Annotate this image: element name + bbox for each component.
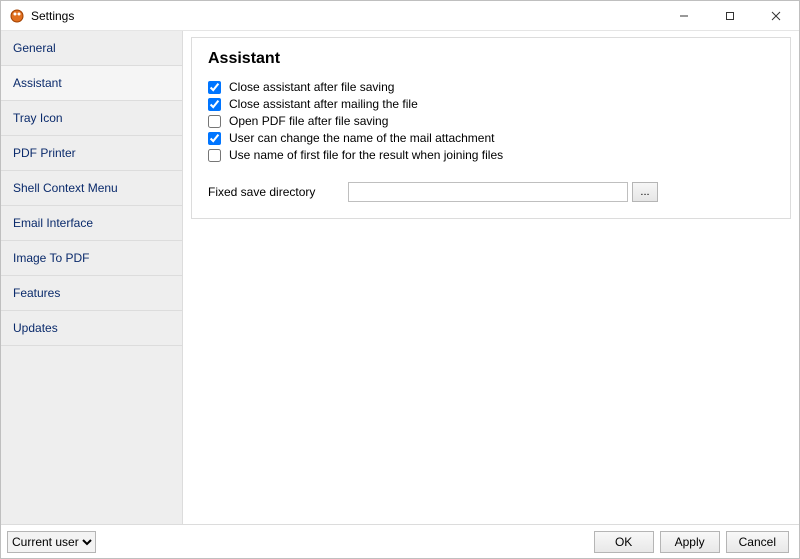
checkbox-label: Close assistant after mailing the file — [229, 97, 418, 111]
assistant-panel: Assistant Close assistant after file sav… — [191, 37, 791, 219]
sidebar-item-features[interactable]: Features — [1, 276, 182, 311]
checkbox-label: Open PDF file after file saving — [229, 114, 388, 128]
checkbox-open-pdf[interactable] — [208, 115, 221, 128]
sidebar-item-shell-context-menu[interactable]: Shell Context Menu — [1, 171, 182, 206]
sidebar: General Assistant Tray Icon PDF Printer … — [1, 31, 183, 524]
checkbox-label: Use name of first file for the result wh… — [229, 148, 503, 162]
settings-window: Settings General Assistant Tray Icon PDF… — [0, 0, 800, 559]
ok-button[interactable]: OK — [594, 531, 654, 553]
sidebar-item-email-interface[interactable]: Email Interface — [1, 206, 182, 241]
check-row-close-after-mail: Close assistant after mailing the file — [208, 97, 774, 111]
minimize-button[interactable] — [661, 1, 707, 30]
fixed-save-dir-label: Fixed save directory — [208, 185, 348, 199]
sidebar-item-assistant[interactable]: Assistant — [1, 66, 182, 101]
check-row-close-after-save: Close assistant after file saving — [208, 80, 774, 94]
sidebar-item-pdf-printer[interactable]: PDF Printer — [1, 136, 182, 171]
checkbox-change-attachment-name[interactable] — [208, 132, 221, 145]
app-icon — [9, 8, 25, 24]
titlebar: Settings — [1, 1, 799, 31]
fixed-save-dir-input[interactable] — [348, 182, 628, 202]
footer: Current user OK Apply Cancel — [1, 524, 799, 558]
check-row-change-attachment-name: User can change the name of the mail att… — [208, 131, 774, 145]
close-button[interactable] — [753, 1, 799, 30]
content: Assistant Close assistant after file sav… — [183, 31, 799, 524]
sidebar-item-updates[interactable]: Updates — [1, 311, 182, 346]
checkbox-label: Close assistant after file saving — [229, 80, 394, 94]
check-row-use-first-filename: Use name of first file for the result wh… — [208, 148, 774, 162]
sidebar-item-tray-icon[interactable]: Tray Icon — [1, 101, 182, 136]
window-control-group — [661, 1, 799, 30]
checkbox-use-first-filename[interactable] — [208, 149, 221, 162]
window-title: Settings — [31, 9, 661, 23]
browse-button[interactable]: ... — [632, 182, 658, 202]
sidebar-item-general[interactable]: General — [1, 31, 182, 66]
check-row-open-pdf: Open PDF file after file saving — [208, 114, 774, 128]
fixed-save-dir-row: Fixed save directory ... — [208, 182, 774, 202]
panel-heading: Assistant — [208, 50, 774, 68]
checkbox-close-after-save[interactable] — [208, 81, 221, 94]
cancel-button[interactable]: Cancel — [726, 531, 789, 553]
checkbox-label: User can change the name of the mail att… — [229, 131, 494, 145]
sidebar-item-image-to-pdf[interactable]: Image To PDF — [1, 241, 182, 276]
checkbox-close-after-mail[interactable] — [208, 98, 221, 111]
scope-select[interactable]: Current user — [7, 531, 96, 553]
maximize-button[interactable] — [707, 1, 753, 30]
apply-button[interactable]: Apply — [660, 531, 720, 553]
body: General Assistant Tray Icon PDF Printer … — [1, 31, 799, 524]
